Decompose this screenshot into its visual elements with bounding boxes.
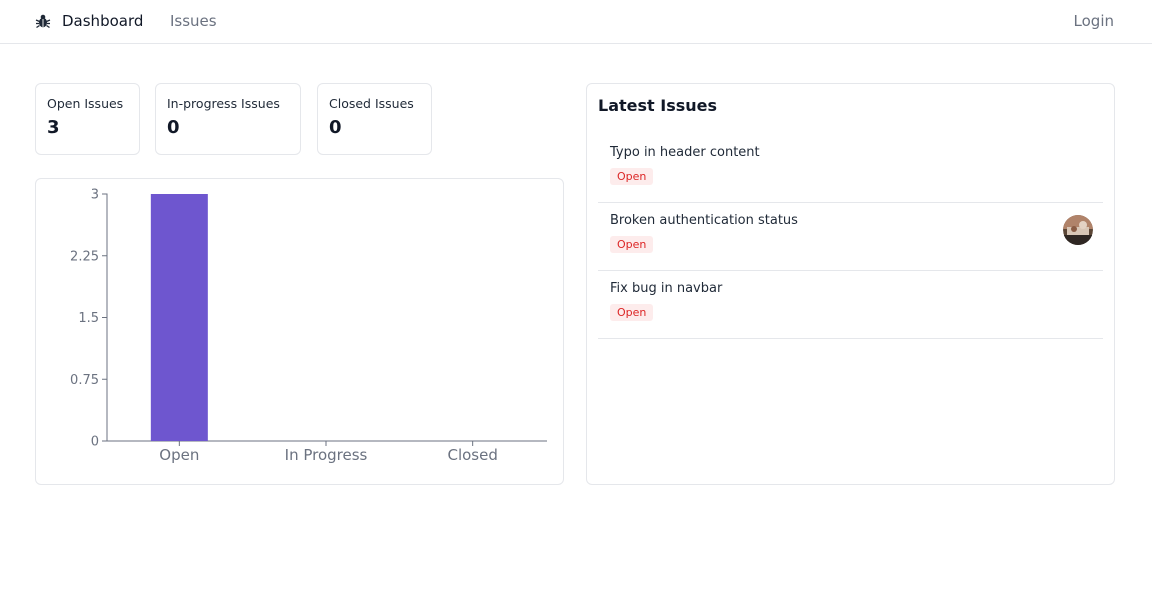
x-tick-label: In Progress xyxy=(285,446,368,464)
in-progress-issues-card[interactable]: In-progress Issues 0 xyxy=(155,83,301,155)
status-badge: Open xyxy=(610,304,654,321)
nav-dashboard-link[interactable]: Dashboard xyxy=(62,12,143,30)
bug-icon[interactable] xyxy=(35,13,51,29)
issue-row[interactable]: Fix bug in navbar Open xyxy=(598,271,1103,339)
y-tick-label: 0 xyxy=(91,435,99,450)
bar xyxy=(150,194,208,441)
stat-label: In-progress Issues xyxy=(167,96,280,111)
issues-chart-card: 3 2.25 1.5 0.75 0 Open In Progress Closed xyxy=(35,178,564,485)
issue-title-link[interactable]: Typo in header content xyxy=(610,145,1091,160)
nav-issues-link[interactable]: Issues xyxy=(170,12,217,30)
avatar[interactable] xyxy=(1063,215,1093,245)
y-tick-label: 3 xyxy=(91,188,99,203)
nav-login-link[interactable]: Login xyxy=(1074,12,1114,30)
latest-issues-title: Latest Issues xyxy=(598,96,717,115)
status-badge: Open xyxy=(610,236,654,253)
stat-value: 0 xyxy=(167,117,180,138)
open-issues-card[interactable]: Open Issues 3 xyxy=(35,83,140,155)
issue-row[interactable]: Broken authentication status Open xyxy=(598,203,1103,271)
stat-label: Open Issues xyxy=(47,96,124,111)
latest-issues-card: Latest Issues Typo in header content Ope… xyxy=(586,83,1115,485)
navbar: Dashboard Issues Login xyxy=(0,0,1152,44)
closed-issues-card[interactable]: Closed Issues 0 xyxy=(317,83,432,155)
status-badge: Open xyxy=(610,168,654,185)
issue-row[interactable]: Typo in header content Open xyxy=(598,135,1103,203)
issue-list: Typo in header content Open Broken authe… xyxy=(598,135,1103,339)
y-tick-label: 1.5 xyxy=(78,311,99,326)
issue-title-link[interactable]: Fix bug in navbar xyxy=(610,281,1091,296)
stat-label: Closed Issues xyxy=(329,96,414,111)
y-tick-label: 2.25 xyxy=(70,249,99,264)
x-tick-label: Open xyxy=(159,446,199,464)
stat-value: 0 xyxy=(329,117,342,138)
stat-value: 3 xyxy=(47,117,60,138)
y-tick-label: 0.75 xyxy=(70,373,99,388)
issue-title-link[interactable]: Broken authentication status xyxy=(610,213,1091,228)
x-tick-label: Closed xyxy=(447,446,497,464)
issues-bar-chart: 3 2.25 1.5 0.75 0 Open In Progress Closed xyxy=(70,188,547,464)
